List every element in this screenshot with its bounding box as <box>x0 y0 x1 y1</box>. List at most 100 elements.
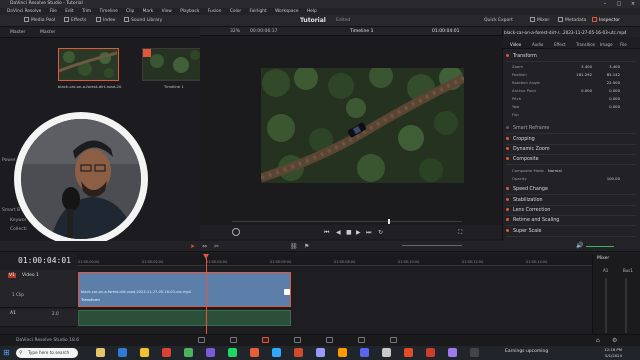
media-page-icon[interactable] <box>198 337 205 343</box>
bin-master-label[interactable]: Master <box>40 28 55 38</box>
video-clip[interactable]: black-car-on-a-forest-dirt-road-2023-11-… <box>78 272 291 307</box>
playback-speed-icon[interactable] <box>232 228 240 236</box>
zoom-x-field[interactable]: 3.400 <box>581 63 592 70</box>
tab-image[interactable]: Image <box>600 42 613 47</box>
media-pool-button[interactable]: Media Pool <box>24 15 55 27</box>
power-bins-label[interactable]: Power <box>2 158 16 163</box>
anchor-x-field[interactable]: 0.000 <box>581 87 592 94</box>
viewer-zoom[interactable]: 32% <box>230 27 240 36</box>
maximize-icon[interactable]: □ <box>612 0 626 8</box>
section-stabilization[interactable]: Stabilization <box>506 196 636 206</box>
section-super-scale[interactable]: Super Scale <box>506 227 636 237</box>
fx-badge-icon[interactable] <box>284 289 290 295</box>
fader-bus[interactable] <box>625 278 627 333</box>
section-smart-reframe[interactable]: Smart Reframe <box>506 124 636 134</box>
taskbar-app-icon[interactable] <box>470 348 479 357</box>
collections-label[interactable]: Collecti <box>10 227 27 232</box>
viewer-scrubber-handle[interactable] <box>388 219 390 224</box>
effects-button[interactable]: Effects <box>64 15 86 27</box>
menu-timeline[interactable]: Timeline <box>99 8 117 15</box>
tab-effect[interactable]: Effect <box>554 42 566 47</box>
metadata-button[interactable]: Metadata <box>558 15 586 27</box>
spotify-icon[interactable] <box>228 348 237 357</box>
section-dynamic-zoom[interactable]: Dynamic Zoom <box>506 145 636 155</box>
section-cropping[interactable]: Cropping <box>506 135 636 145</box>
keywords-label[interactable]: Keywor <box>10 218 26 223</box>
chrome-icon[interactable] <box>162 348 171 357</box>
stop-icon[interactable]: ■ <box>346 229 352 236</box>
windows-start-icon[interactable]: ⊞ <box>3 348 12 357</box>
pitch-field[interactable]: 0.000 <box>609 95 620 102</box>
opacity-field[interactable]: 100.00 <box>607 175 620 182</box>
menu-mark[interactable]: Mark <box>143 8 154 15</box>
enable-dot-icon[interactable] <box>506 218 509 221</box>
go-to-start-icon[interactable]: ⏮ <box>324 229 329 237</box>
menu-fairlight[interactable]: Fairlight <box>249 8 266 15</box>
sound-library-button[interactable]: Sound Library <box>124 15 162 27</box>
anchor-y-field[interactable]: 0.000 <box>609 87 620 94</box>
menu-help[interactable]: Help <box>307 8 317 15</box>
loop-icon[interactable]: ↻ <box>378 229 383 236</box>
zoom-y-field[interactable]: 3.400 <box>609 63 620 70</box>
playhead-handle[interactable] <box>203 254 209 259</box>
step-back-icon[interactable]: ◀ <box>336 229 341 236</box>
after-effects-icon[interactable] <box>448 348 457 357</box>
position-x-field[interactable]: 161.292 <box>576 71 592 78</box>
edge-icon[interactable] <box>118 348 127 357</box>
go-to-end-icon[interactable]: ⏭ <box>366 229 371 237</box>
illustrator-icon[interactable] <box>338 348 347 357</box>
minimize-icon[interactable]: – <box>598 0 612 8</box>
quick-export-button[interactable]: Quick Export <box>484 15 513 27</box>
tab-video[interactable]: Video <box>510 42 521 47</box>
selection-tool-icon[interactable]: ➤ <box>190 243 195 250</box>
tab-transition[interactable]: Transition <box>576 42 595 47</box>
home-icon[interactable]: ⌂ <box>596 337 600 344</box>
media-clip-thumbnail[interactable] <box>58 48 119 81</box>
link-icon[interactable]: ⛓ <box>290 243 298 250</box>
taskbar-search[interactable]: Type here to search <box>16 348 78 358</box>
enable-dot-icon[interactable] <box>506 229 509 232</box>
taskbar-app-icon[interactable] <box>426 348 435 357</box>
taskbar-app-icon[interactable] <box>250 348 259 357</box>
menu-davinci[interactable]: DaVinci Resolve <box>7 8 41 15</box>
menu-workspace[interactable]: Workspace <box>275 8 299 15</box>
timeline-name[interactable]: Timeline 1 <box>350 27 373 36</box>
menu-fusion[interactable]: Fusion <box>208 8 222 15</box>
menu-playback[interactable]: Playback <box>180 8 199 15</box>
enable-dot-icon[interactable] <box>506 157 509 160</box>
premiere-icon[interactable] <box>316 348 325 357</box>
menu-view[interactable]: View <box>162 8 172 15</box>
tab-file[interactable]: File <box>620 42 627 47</box>
track-v1-name[interactable]: Video 1 <box>22 273 39 278</box>
section-transform[interactable]: Transform <box>506 52 636 62</box>
menu-edit[interactable]: Edit <box>65 8 73 15</box>
taskbar-app-icon[interactable] <box>382 348 391 357</box>
video-preview[interactable] <box>261 68 464 183</box>
news-widget[interactable]: Earnings upcoming <box>505 349 548 354</box>
position-y-field[interactable]: 85.142 <box>607 71 620 78</box>
cut-page-icon[interactable] <box>230 337 237 343</box>
fusion-page-icon[interactable] <box>294 337 301 343</box>
blade-tool-icon[interactable]: ✂ <box>214 243 219 250</box>
audio-clip[interactable] <box>78 310 291 326</box>
color-page-icon[interactable] <box>326 337 333 343</box>
enable-dot-icon[interactable] <box>506 198 509 201</box>
fader-a1[interactable] <box>605 278 607 333</box>
enable-dot-icon[interactable] <box>506 137 509 140</box>
taskbar-app-icon[interactable] <box>96 348 105 357</box>
clock-time[interactable]: 12:16 PM <box>592 347 622 352</box>
enable-dot-icon[interactable] <box>506 187 509 190</box>
settings-gear-icon[interactable]: ⚙ <box>612 337 617 344</box>
clock-date[interactable]: 5/1/2024 <box>592 353 622 358</box>
menu-color[interactable]: Color <box>230 8 241 15</box>
rotation-field[interactable]: 22.500 <box>607 79 620 86</box>
menu-file[interactable]: File <box>50 8 57 15</box>
inspector-button[interactable]: Inspector <box>592 15 620 27</box>
section-lens-correction[interactable]: Lens Correction <box>506 206 636 216</box>
timeline-zoom-slider[interactable] <box>402 245 462 246</box>
fullscreen-icon[interactable]: ⛶ <box>458 229 462 237</box>
taskbar-app-icon[interactable] <box>206 348 215 357</box>
mixer-button[interactable]: Mixer <box>530 15 549 27</box>
edit-page-icon[interactable] <box>262 337 269 343</box>
playhead[interactable] <box>206 254 207 342</box>
